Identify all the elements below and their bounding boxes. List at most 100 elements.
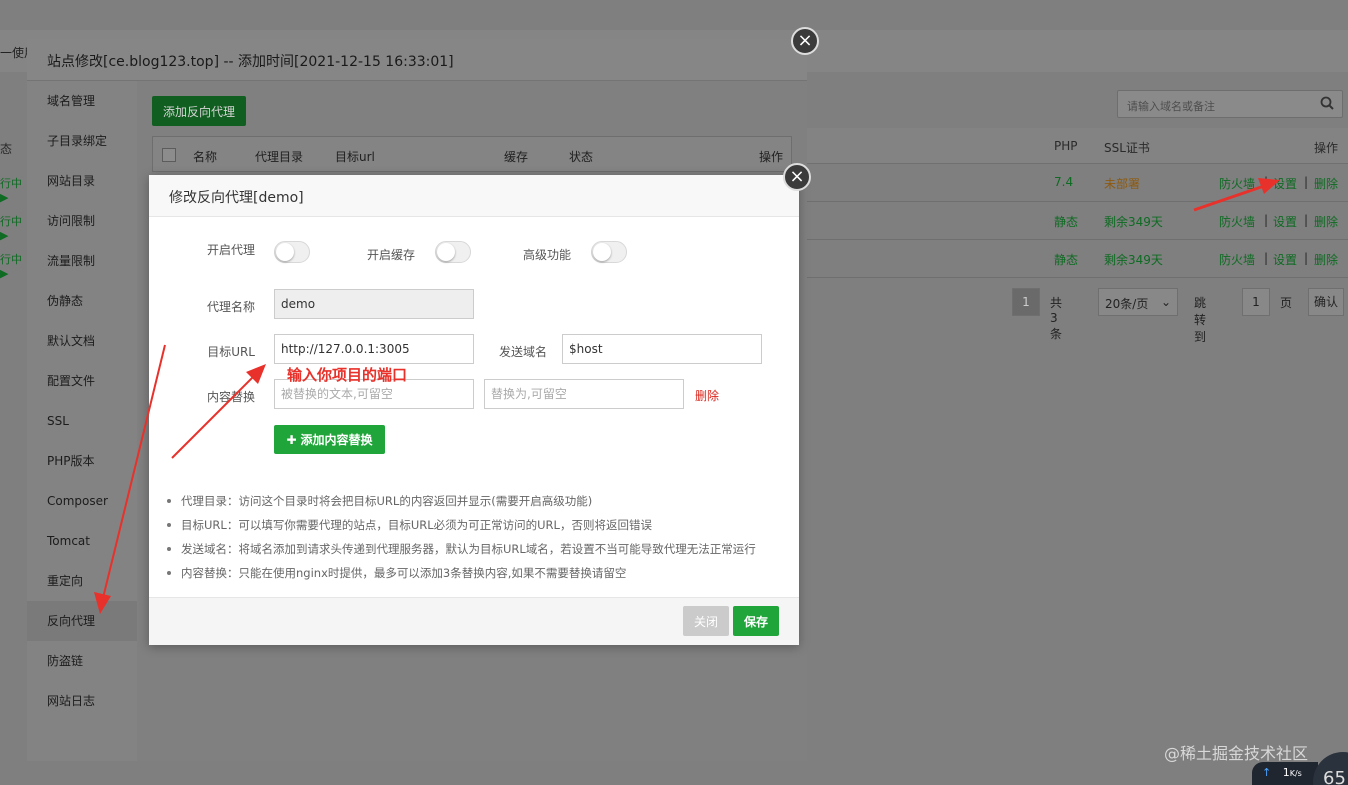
separator: | [1304, 213, 1309, 227]
settings-link[interactable]: 设置 [1273, 175, 1297, 192]
sidebar-item-tomcat[interactable]: Tomcat [27, 521, 137, 561]
separator: | [1264, 175, 1269, 189]
jump-page-input[interactable]: 1 [1242, 288, 1270, 316]
sidebar-item-reverse-proxy[interactable]: 反向代理 [27, 601, 137, 641]
ssl-column-header: SSL证书 [1104, 141, 1150, 155]
network-speed-widget: ↑ 1K/s [1252, 762, 1318, 785]
firewall-link[interactable]: 防火墙 [1219, 251, 1255, 268]
row-status: 行中▶ [0, 177, 22, 204]
save-button[interactable]: 保存 [733, 606, 779, 636]
edit-proxy-modal: 修改反向代理[demo] 开启代理 开启缓存 高级功能 代理名称 目标URL 发… [149, 175, 799, 645]
enable-proxy-toggle[interactable] [274, 241, 310, 263]
plus-icon: ✚ [286, 433, 297, 447]
delete-link[interactable]: 删除 [1314, 213, 1338, 230]
confirm-jump-button[interactable]: 确认 [1308, 288, 1344, 316]
proxy-name-label: 代理名称 [206, 300, 255, 314]
annotation-text: 输入你项目的端口 [287, 366, 408, 384]
close-site-modal-button[interactable]: × [791, 27, 819, 55]
sidebar-item-traffic-limit[interactable]: 流量限制 [27, 241, 137, 281]
modal-footer: 关闭 保存 [149, 597, 799, 645]
php-version: 静态 [1054, 215, 1079, 229]
search-placeholder: 请输入域名或备注 [1127, 100, 1215, 113]
add-content-replace-label: 添加内容替换 [300, 433, 373, 447]
site-edit-sidebar: 域名管理 子目录绑定 网站目录 访问限制 流量限制 伪静态 默认文档 配置文件 … [27, 81, 137, 761]
delete-link[interactable]: 删除 [1314, 251, 1338, 268]
page-unit: 页 [1280, 296, 1293, 310]
separator: | [1304, 175, 1309, 189]
background-search-input[interactable]: 请输入域名或备注 [1117, 90, 1343, 118]
replace-to-field[interactable] [484, 379, 684, 409]
background-status-header: 态 [0, 142, 13, 156]
table-row: 静态 剩余349天 防火墙 | 设置 | 删除 [807, 202, 1348, 240]
target-column-header: 目标url [335, 150, 375, 164]
sidebar-item-ssl[interactable]: SSL [27, 401, 137, 441]
content-replace-label: 内容替换 [206, 390, 255, 404]
cache-column-header: 缓存 [504, 150, 529, 164]
chevron-down-icon: ⌄ [1160, 295, 1171, 309]
speed-value: 1 [1282, 766, 1290, 779]
ssl-status[interactable]: 未部署 [1104, 175, 1140, 192]
advanced-label: 高级功能 [522, 248, 571, 262]
settings-link[interactable]: 设置 [1273, 251, 1297, 268]
ops-column-header: 操作 [1314, 141, 1339, 155]
sidebar-item-access-limit[interactable]: 访问限制 [27, 201, 137, 241]
sidebar-item-domain[interactable]: 域名管理 [27, 81, 137, 121]
ssl-status[interactable]: 剩余349天 [1104, 251, 1163, 268]
close-icon: × [797, 30, 813, 51]
close-button[interactable]: 关闭 [683, 606, 729, 636]
sidebar-item-redirect[interactable]: 重定向 [27, 561, 137, 601]
send-domain-field[interactable] [562, 334, 762, 364]
dir-column-header: 代理目录 [255, 150, 304, 164]
sidebar-item-rewrite[interactable]: 伪静态 [27, 281, 137, 321]
add-reverse-proxy-button[interactable]: 添加反向代理 [152, 96, 246, 126]
enable-cache-toggle[interactable] [435, 241, 471, 263]
php-column-header: PHP [1054, 139, 1078, 153]
separator: | [1264, 213, 1269, 227]
row-status: 行中▶ [0, 215, 22, 242]
sidebar-item-default-doc[interactable]: 默认文档 [27, 321, 137, 361]
firewall-link[interactable]: 防火墙 [1219, 213, 1255, 230]
enable-proxy-label: 开启代理 [206, 243, 255, 257]
proxy-table-header: 名称 代理目录 目标url 缓存 状态 操作 [152, 136, 792, 172]
tip-item: 发送域名：将域名添加到请求头传递到代理服务器，默认为目标URL域名，若设置不当可… [167, 541, 787, 565]
delete-replace-link[interactable]: 删除 [695, 387, 719, 404]
send-domain-label: 发送域名 [498, 345, 547, 359]
help-tips: 代理目录：访问这个目录时将会把目标URL的内容返回并显示(需要开启高级功能) 目… [167, 493, 787, 589]
sidebar-item-composer[interactable]: Composer [27, 481, 137, 521]
jump-label: 跳转到 [1194, 296, 1207, 344]
target-url-field[interactable] [274, 334, 474, 364]
table-row: 7.4 未部署 防火墙 | 设置 | 删除 [807, 164, 1348, 202]
enable-cache-label: 开启缓存 [366, 248, 415, 262]
sidebar-item-php[interactable]: PHP版本 [27, 441, 137, 481]
sidebar-item-site-dir[interactable]: 网站目录 [27, 161, 137, 201]
ops-column-header: 操作 [759, 150, 784, 164]
select-all-checkbox[interactable] [162, 148, 176, 162]
settings-link[interactable]: 设置 [1273, 213, 1297, 230]
sidebar-item-site-log[interactable]: 网站日志 [27, 681, 137, 721]
add-content-replace-button[interactable]: ✚ 添加内容替换 [274, 425, 385, 454]
firewall-link[interactable]: 防火墙 [1219, 175, 1255, 192]
speed-unit: K/s [1289, 769, 1302, 778]
close-proxy-modal-button[interactable]: × [783, 163, 811, 191]
name-column-header: 名称 [193, 150, 218, 164]
sidebar-item-config[interactable]: 配置文件 [27, 361, 137, 401]
tip-item: 目标URL：可以填写你需要代理的站点，目标URL必须为可正常访问的URL，否则将… [167, 517, 787, 541]
upload-arrow-icon: ↑ [1262, 766, 1272, 779]
tip-item: 内容替换：只能在使用nginx时提供，最多可以添加3条替换内容,如果不需要替换请… [167, 565, 787, 589]
table-row: 静态 剩余349天 防火墙 | 设置 | 删除 [807, 240, 1348, 278]
close-icon: × [789, 166, 805, 187]
sidebar-item-hotlink[interactable]: 防盗链 [27, 641, 137, 681]
row-status: 行中▶ [0, 253, 22, 280]
advanced-toggle[interactable] [591, 241, 627, 263]
ssl-status[interactable]: 剩余349天 [1104, 213, 1163, 230]
separator: | [1304, 251, 1309, 265]
page-size-select[interactable]: 20条/页 ⌄ [1098, 288, 1178, 316]
separator: | [1264, 251, 1269, 265]
tip-item: 代理目录：访问这个目录时将会把目标URL的内容返回并显示(需要开启高级功能) [167, 493, 787, 517]
site-edit-modal-title: 站点修改[ce.blog123.top] -- 添加时间[2021-12-15 … [27, 39, 807, 81]
php-version: 静态 [1054, 253, 1079, 267]
search-icon[interactable] [1320, 96, 1334, 110]
delete-link[interactable]: 删除 [1314, 175, 1338, 192]
page-current-button[interactable]: 1 [1012, 288, 1040, 316]
sidebar-item-subdir[interactable]: 子目录绑定 [27, 121, 137, 161]
